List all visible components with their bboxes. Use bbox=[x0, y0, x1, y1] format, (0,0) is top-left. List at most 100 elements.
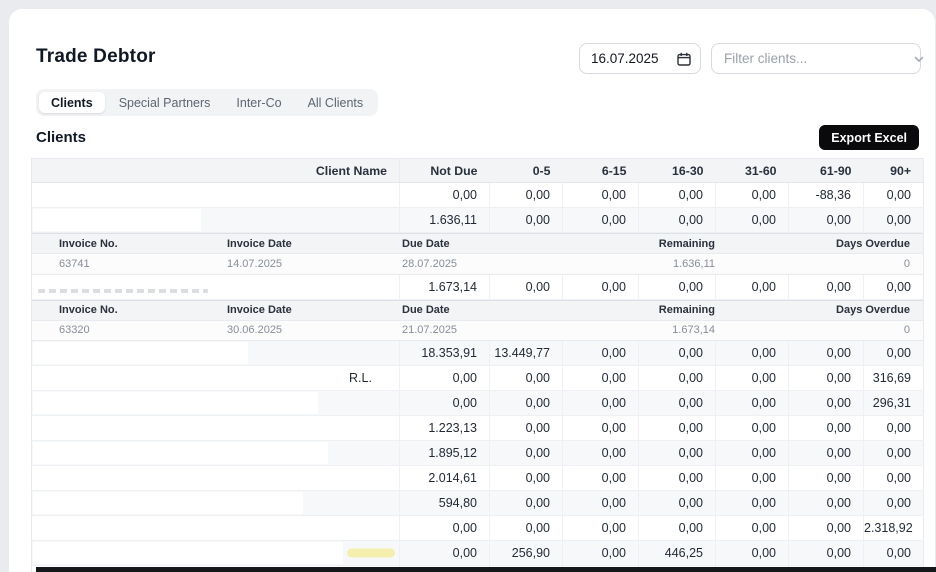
amount-cell: 0,00 bbox=[715, 365, 789, 391]
amount-cell: 316,69 bbox=[863, 365, 924, 391]
client-name-cell bbox=[32, 491, 400, 516]
amount-cell: 0,00 bbox=[562, 515, 639, 541]
amount-cell: 0,00 bbox=[788, 415, 864, 441]
amount-cell: 1.895,12 bbox=[399, 440, 490, 466]
client-row[interactable]: R.L. 0,00 0,00 0,00 0,00 0,00 0,00 316,69 bbox=[31, 365, 924, 391]
amount-cell: 0,00 bbox=[489, 440, 563, 466]
amount-cell: 0,00 bbox=[788, 274, 864, 299]
invoice-col-header: Days Overdue bbox=[717, 299, 924, 321]
client-row[interactable]: 1.895,12 0,00 0,00 0,00 0,00 0,00 0,00 bbox=[31, 440, 924, 466]
amount-cell: 0,00 bbox=[788, 490, 864, 516]
amount-cell: 0,00 bbox=[638, 515, 716, 541]
tab-special-partners[interactable]: Special Partners bbox=[107, 92, 223, 113]
client-row[interactable]: 1.673,14 0,00 0,00 0,00 0,00 0,00 0,00 bbox=[31, 274, 924, 299]
amount-cell: 2.318,92 bbox=[863, 515, 924, 541]
client-row[interactable]: 18.353,91 13.449,77 0,00 0,00 0,00 0,00 0,00 bbox=[31, 340, 924, 366]
main-card: Trade Debtor 16.07.2025 Clients Special … bbox=[8, 8, 936, 572]
invoice-col-header: Invoice No. bbox=[32, 233, 202, 254]
tab-bar: Clients Special Partners Inter-Co All Cl… bbox=[36, 89, 379, 116]
amount-cell: 0,00 bbox=[788, 365, 864, 391]
invoice-col-header: Invoice No. bbox=[32, 299, 202, 321]
date-picker[interactable]: 16.07.2025 bbox=[579, 43, 701, 74]
redacted-client-name bbox=[33, 392, 318, 414]
redacted-client-name bbox=[33, 492, 303, 514]
amount-cell: 1.673,14 bbox=[399, 274, 490, 299]
client-row[interactable]: 1.636,11 0,00 0,00 0,00 0,00 0,00 0,00 bbox=[31, 207, 924, 233]
amount-cell: 0,00 bbox=[562, 440, 639, 466]
client-row[interactable]: 0,00 256,90 0,00 446,25 0,00 0,00 0,00 bbox=[31, 540, 924, 566]
invoice-cell: 63741 bbox=[32, 253, 202, 274]
invoice-col-header: Invoice Date bbox=[202, 299, 377, 321]
client-row[interactable]: 0,00 0,00 0,00 0,00 0,00 -88,36 0,00 bbox=[31, 182, 924, 208]
chevron-down-icon[interactable] bbox=[913, 53, 925, 65]
amount-cell: 0,00 bbox=[638, 465, 716, 491]
invoice-col-header: Due Date bbox=[377, 233, 632, 254]
amount-cell: 0,00 bbox=[863, 207, 924, 233]
col-31-60: 31-60 bbox=[715, 158, 789, 183]
amount-cell: 0,00 bbox=[489, 515, 563, 541]
amount-cell: 0,00 bbox=[638, 340, 716, 366]
redacted-client-name bbox=[33, 342, 248, 364]
amount-cell: 0,00 bbox=[863, 340, 924, 366]
amount-cell: 0,00 bbox=[638, 365, 716, 391]
amount-cell: 18.353,91 bbox=[399, 340, 490, 366]
invoice-col-header: Due Date bbox=[377, 299, 632, 321]
client-name-cell bbox=[32, 391, 400, 416]
tab-inter-co[interactable]: Inter-Co bbox=[224, 92, 293, 113]
invoice-col-header: Invoice Date bbox=[202, 233, 377, 254]
amount-cell: 0,00 bbox=[562, 465, 639, 491]
client-name-cell bbox=[32, 466, 400, 491]
redacted-text-remnant bbox=[38, 288, 208, 293]
client-name-cell bbox=[32, 441, 400, 466]
amount-cell: 0,00 bbox=[715, 465, 789, 491]
amount-cell: 0,00 bbox=[788, 440, 864, 466]
app-viewport: Trade Debtor 16.07.2025 Clients Special … bbox=[0, 0, 936, 572]
client-filter-input[interactable] bbox=[724, 51, 901, 66]
date-value: 16.07.2025 bbox=[591, 51, 659, 66]
amount-cell: 0,00 bbox=[638, 182, 716, 208]
amount-cell: 0,00 bbox=[863, 182, 924, 208]
client-name-cell bbox=[32, 541, 400, 566]
amount-cell: 0,00 bbox=[863, 540, 924, 566]
tab-all-clients[interactable]: All Clients bbox=[296, 92, 376, 113]
client-filter-select[interactable] bbox=[711, 43, 924, 74]
invoice-cell: 30.06.2025 bbox=[202, 320, 377, 340]
aging-header-row: Client Name Not Due 0-5 6-15 16-30 31-60… bbox=[31, 158, 924, 183]
amount-cell: 0,00 bbox=[638, 490, 716, 516]
client-name-cell: R.L. bbox=[32, 366, 400, 391]
amount-cell: 0,00 bbox=[489, 490, 563, 516]
amount-cell: 0,00 bbox=[562, 415, 639, 441]
client-name-fragment: R.L. bbox=[349, 371, 372, 385]
amount-cell: 0,00 bbox=[562, 365, 639, 391]
amount-cell: 0,00 bbox=[863, 440, 924, 466]
amount-cell: 0,00 bbox=[489, 465, 563, 491]
amount-cell: 594,80 bbox=[399, 490, 490, 516]
amount-cell: 0,00 bbox=[489, 415, 563, 441]
client-row[interactable]: 0,00 0,00 0,00 0,00 0,00 0,00 296,31 bbox=[31, 390, 924, 416]
amount-cell: 0,00 bbox=[638, 390, 716, 416]
amount-cell: 1.636,11 bbox=[399, 207, 490, 233]
tab-clients[interactable]: Clients bbox=[39, 92, 105, 113]
client-row[interactable]: 0,00 0,00 0,00 0,00 0,00 0,00 2.318,92 bbox=[31, 515, 924, 541]
invoice-cell: 1.636,11 bbox=[632, 253, 717, 274]
client-row[interactable]: 2.014,61 0,00 0,00 0,00 0,00 0,00 0,00 bbox=[31, 465, 924, 491]
calendar-icon[interactable] bbox=[677, 52, 691, 66]
amount-cell: 0,00 bbox=[562, 340, 639, 366]
amount-cell: 0,00 bbox=[788, 207, 864, 233]
amount-cell: 0,00 bbox=[715, 274, 789, 299]
invoice-subtable-row: Invoice No. Invoice Date Due Date Remaining… bbox=[31, 299, 924, 341]
client-row[interactable]: 1.223,13 0,00 0,00 0,00 0,00 0,00 0,00 bbox=[31, 415, 924, 441]
amount-cell: 0,00 bbox=[562, 390, 639, 416]
amount-cell: 0,00 bbox=[715, 415, 789, 441]
amount-cell: 0,00 bbox=[863, 415, 924, 441]
client-row[interactable]: 594,80 0,00 0,00 0,00 0,00 0,00 0,00 bbox=[31, 490, 924, 516]
col-client-name: Client Name bbox=[31, 158, 400, 183]
export-excel-button[interactable]: Export Excel bbox=[819, 125, 919, 150]
amount-cell: 0,00 bbox=[715, 340, 789, 366]
amount-cell: 0,00 bbox=[788, 465, 864, 491]
col-0-5: 0-5 bbox=[489, 158, 563, 183]
col-6-15: 6-15 bbox=[562, 158, 639, 183]
amount-cell: 296,31 bbox=[863, 390, 924, 416]
invoice-subtable-cell: Invoice No. Invoice Date Due Date Remaining… bbox=[31, 232, 924, 275]
amount-cell: 0,00 bbox=[715, 440, 789, 466]
